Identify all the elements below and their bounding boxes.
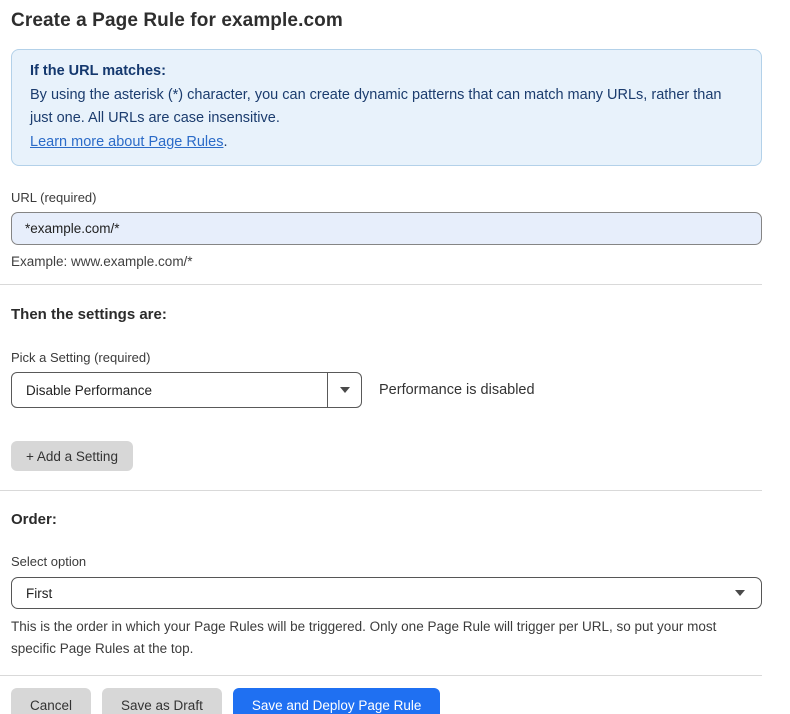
setting-select-value: Disable Performance	[12, 373, 327, 407]
url-match-info-panel: If the URL matches: By using the asteris…	[11, 49, 762, 166]
create-page-rule-form: Create a Page Rule for example.com If th…	[0, 10, 790, 714]
link-suffix: .	[223, 134, 227, 150]
setting-picker-row: Disable Performance Performance is disab…	[11, 372, 790, 408]
info-panel-link-line: Learn more about Page Rules.	[30, 131, 743, 155]
chevron-down-icon	[735, 590, 745, 596]
settings-section-heading: Then the settings are:	[11, 306, 790, 323]
order-section-heading: Order:	[11, 511, 790, 528]
learn-more-link[interactable]: Learn more about Page Rules	[30, 134, 223, 150]
url-field-label: URL (required)	[11, 190, 790, 205]
divider	[0, 284, 762, 285]
divider	[0, 675, 762, 676]
setting-select[interactable]: Disable Performance	[11, 372, 362, 408]
info-panel-body: By using the asterisk (*) character, you…	[30, 84, 743, 131]
order-select-value: First	[12, 586, 735, 601]
add-setting-button[interactable]: + Add a Setting	[11, 441, 133, 471]
pick-setting-label: Pick a Setting (required)	[11, 350, 790, 365]
setting-select-arrow-button[interactable]	[327, 373, 361, 407]
footer-actions: Cancel Save as Draft Save and Deploy Pag…	[11, 688, 790, 714]
page-title: Create a Page Rule for example.com	[11, 10, 790, 32]
url-input[interactable]	[11, 212, 762, 245]
order-select-label: Select option	[11, 554, 790, 569]
info-panel-heading: If the URL matches:	[30, 60, 743, 84]
order-help-text: This is the order in which your Page Rul…	[11, 616, 753, 660]
save-as-draft-button[interactable]: Save as Draft	[102, 688, 222, 714]
cancel-button[interactable]: Cancel	[11, 688, 91, 714]
setting-status-text: Performance is disabled	[379, 382, 535, 398]
chevron-down-icon	[340, 387, 350, 393]
divider	[0, 490, 762, 491]
save-and-deploy-button[interactable]: Save and Deploy Page Rule	[233, 688, 441, 714]
order-select[interactable]: First	[11, 577, 762, 609]
url-example-text: Example: www.example.com/*	[11, 254, 790, 269]
